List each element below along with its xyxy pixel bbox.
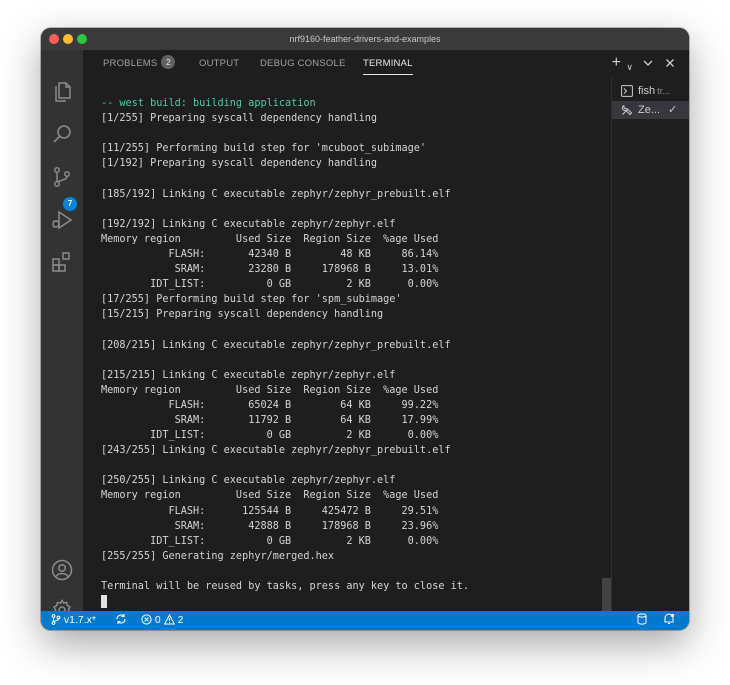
branch-indicator[interactable]: v1.7.x* [51,611,96,630]
tab-debug-console-label: DEBUG CONSOLE [260,58,346,69]
warning-icon [163,613,175,625]
terminal-line: FLASH: 65024 B 64 KB 99.22% [101,399,439,411]
terminal-line: Memory region Used Size Region Size %age… [101,384,439,396]
terminal-list-item-detail: tr... [657,86,671,97]
search-icon[interactable] [50,122,74,146]
notifications-icon[interactable] [663,611,675,630]
terminal-list-item-fish[interactable]: fish tr... [612,82,689,100]
terminal-output[interactable]: -- west build: building application [1/25… [101,96,601,616]
terminal-line: [185/192] Linking C executable zephyr/ze… [101,188,451,200]
source-control-icon[interactable] [50,165,74,189]
vscode-window: nrf9160-feather-drivers-and-examples 7 P… [41,28,689,630]
explorer-icon[interactable] [50,80,74,104]
terminal-cursor [101,594,107,608]
tab-problems-label: PROBLEMS [103,58,158,69]
terminal-line: FLASH: 125544 B 425472 B 29.51% [101,505,439,517]
tools-icon [621,104,633,116]
terminal-list-item-name: fish [638,85,656,97]
status-bar: v1.7.x* 0 2 [41,611,689,630]
terminal-line: Terminal will be reused by tasks, press … [101,581,470,592]
terminal-list: fish tr... Ze... ✓ [611,78,689,611]
sync-icon[interactable] [115,611,127,630]
error-icon [141,614,152,625]
terminal-line: [17/255] Performing build step for 'spm_… [101,294,402,306]
git-branch-icon [51,613,61,625]
window-title: nrf9160-feather-drivers-and-examples [289,34,441,44]
terminal-list-item-zephyr[interactable]: Ze... ✓ [612,101,689,119]
branch-name: v1.7.x* [63,614,97,626]
terminal-line: FLASH: 42340 B 48 KB 86.14% [101,248,439,260]
terminal-line: [11/255] Performing build step for 'mcub… [101,143,427,155]
terminal-line: IDT_LIST: 0 GB 2 KB 0.00% [101,279,439,291]
close-icon[interactable] [665,56,675,72]
task-success-icon: ✓ [668,104,678,116]
terminal-panel: PROBLEMS 2 OUTPUT DEBUG CONSOLE TERMINAL … [83,50,689,611]
error-count: 0 [154,614,161,626]
terminal-line: [1/192] Preparing syscall dependency han… [101,158,378,170]
warning-count: 2 [177,614,184,626]
database-icon[interactable] [637,611,647,630]
terminal-line: SRAM: 23280 B 178968 B 13.01% [101,264,439,276]
title-bar: nrf9160-feather-drivers-and-examples [41,28,689,51]
terminal-cursor-line [101,594,601,609]
extensions-icon[interactable] [50,250,74,274]
tab-problems[interactable]: PROBLEMS 2 [103,50,176,78]
terminal-list-item-name: Ze... [638,104,661,116]
tab-output[interactable]: OUTPUT [199,50,239,78]
terminal-line: [208/215] Linking C executable zephyr/ze… [101,339,451,351]
run-debug-icon[interactable] [50,208,74,232]
terminal-line: Memory region Used Size Region Size %age… [101,233,439,245]
panel-tabs: PROBLEMS 2 OUTPUT DEBUG CONSOLE TERMINAL … [83,50,689,78]
maximize-chevron-icon[interactable] [643,56,653,72]
terminal-scrollbar-thumb[interactable] [602,578,611,611]
terminal-line: SRAM: 11792 B 64 KB 17.99% [101,414,439,426]
terminal-line: [250/255] Linking C executable zephyr/ze… [101,475,396,487]
terminal-line: [15/215] Preparing syscall dependency ha… [101,309,384,321]
tab-terminal-label: TERMINAL [363,58,413,69]
terminal-line: -- west build: building application [101,98,316,109]
add-terminal-icon[interactable]: + [612,55,621,71]
activity-bar: 7 [41,50,83,621]
terminal-scrollbar[interactable] [601,78,611,611]
terminal-line: Memory region Used Size Region Size %age… [101,490,439,502]
problems-indicator[interactable]: 0 2 [141,611,183,630]
terminal-line: [255/255] Generating zephyr/merged.hex [101,550,335,562]
terminal-line: [243/255] Linking C executable zephyr/ze… [101,445,451,457]
tab-terminal[interactable]: TERMINAL [363,50,413,78]
terminal-line: IDT_LIST: 0 GB 2 KB 0.00% [101,430,439,442]
terminal-line: [192/192] Linking C executable zephyr/ze… [101,218,396,230]
tab-output-label: OUTPUT [199,58,240,69]
terminal-icon [621,85,633,97]
problems-count-badge: 2 [161,55,176,70]
dropdown-chevron-icon[interactable]: ∨ [626,59,633,75]
terminal-line: SRAM: 42888 B 178968 B 23.96% [101,520,439,532]
terminal-line: [1/255] Preparing syscall dependency han… [101,113,378,125]
tab-debug-console[interactable]: DEBUG CONSOLE [260,50,345,78]
terminal-line: IDT_LIST: 0 GB 2 KB 0.00% [101,535,439,547]
account-icon[interactable] [50,558,74,582]
terminal-line: [215/215] Linking C executable zephyr/ze… [101,369,396,381]
